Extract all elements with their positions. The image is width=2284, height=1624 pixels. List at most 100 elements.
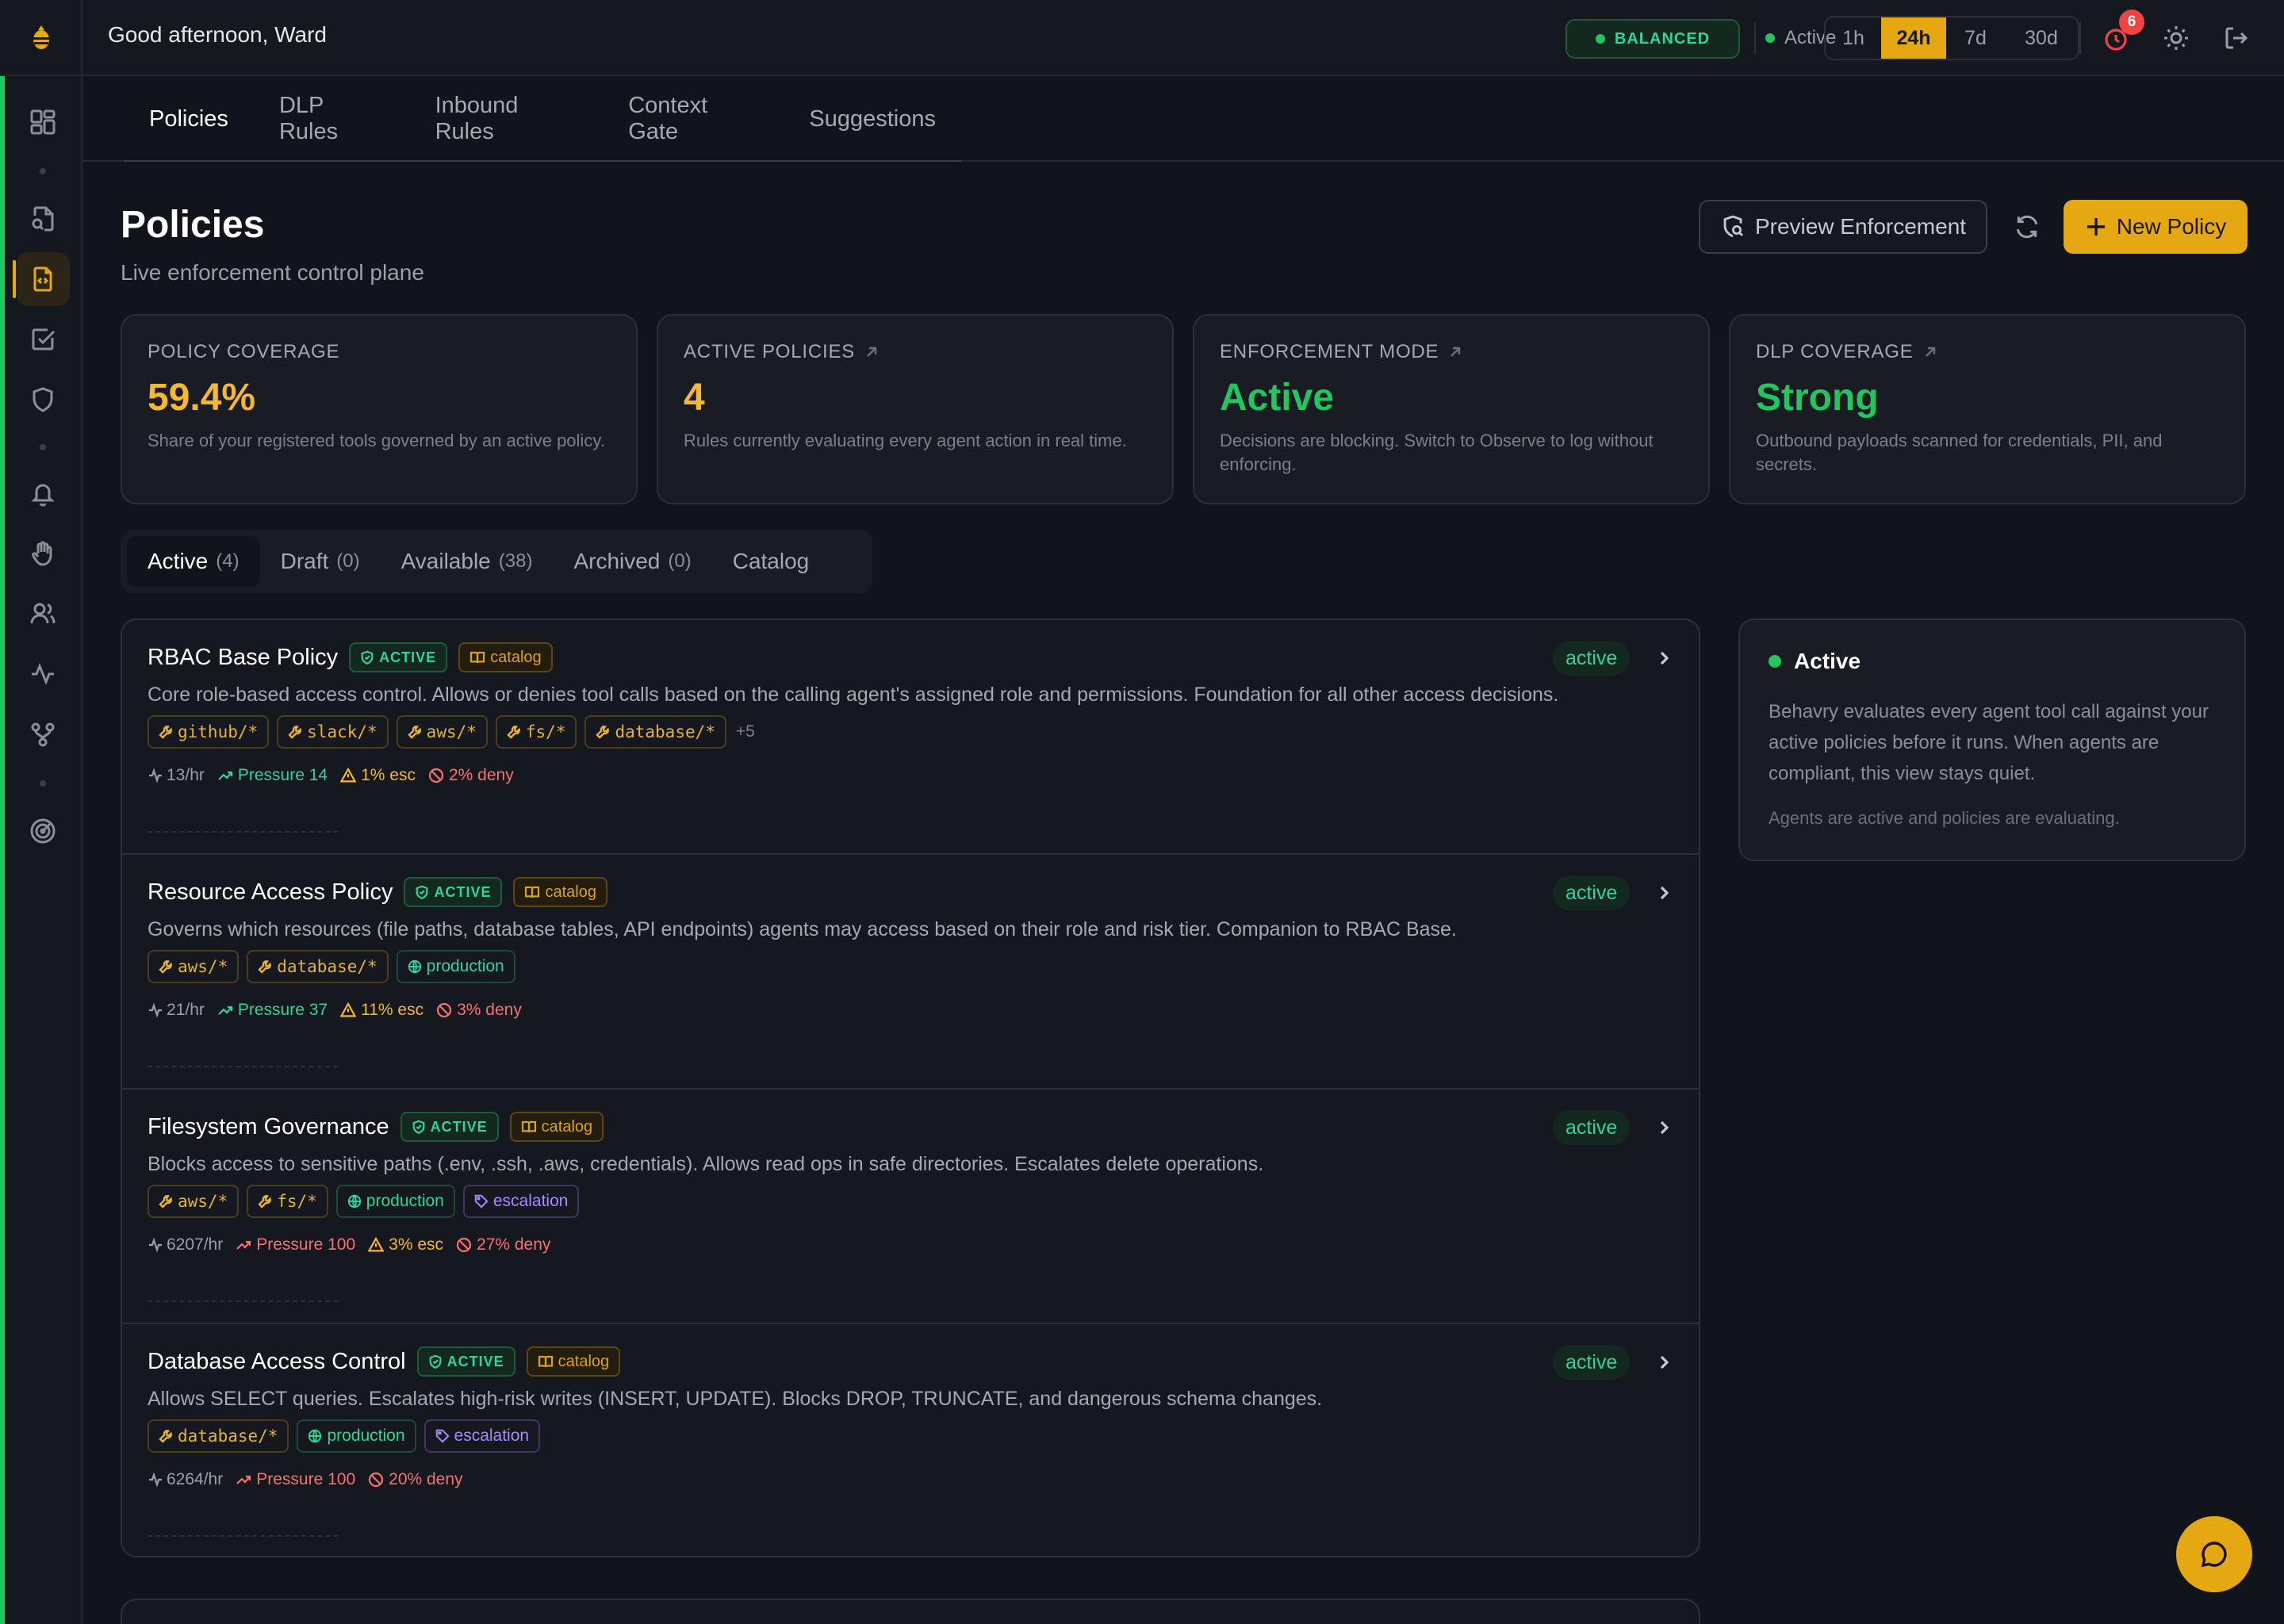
deny-value: 2% deny xyxy=(448,766,514,784)
tab-draft[interactable]: Draft (0) xyxy=(260,536,381,587)
activity-icon[interactable] xyxy=(16,647,70,701)
stat-description: Decisions are blocking. Switch to Observ… xyxy=(1220,431,1654,474)
tab-available[interactable]: Available (38) xyxy=(381,536,554,587)
warning-triangle-icon xyxy=(340,768,357,783)
active-badge-label: ACTIVE xyxy=(434,883,492,900)
policy-row-filesystem-governance[interactable]: Filesystem Governance ACTIVE catalog Blo… xyxy=(122,1090,1699,1324)
mode-badge-label: BALANCED xyxy=(1614,29,1711,48)
policy-row-resource-access[interactable]: Resource Access Policy ACTIVE catalog Go… xyxy=(122,855,1699,1090)
behavry-logo[interactable] xyxy=(22,19,60,57)
tab-label: Available xyxy=(400,549,491,573)
shield-icon[interactable] xyxy=(16,373,70,427)
policy-file-icon[interactable] xyxy=(13,252,70,306)
policy-scope-chips: aws/* fs/* production escalation xyxy=(148,1185,580,1218)
active-badge-label: ACTIVE xyxy=(430,1118,488,1135)
rate-metric: 21/hr xyxy=(148,1001,205,1020)
range-1h-button[interactable]: 1h xyxy=(1826,17,1881,59)
active-badge: ACTIVE xyxy=(404,877,503,907)
tab-inbound-rules[interactable]: Inbound Rules xyxy=(410,76,604,162)
deny-value: 27% deny xyxy=(477,1235,551,1254)
pressure-value: Pressure 14 xyxy=(237,766,328,784)
more-chips-count[interactable]: +5 xyxy=(736,722,755,741)
bell-icon[interactable] xyxy=(16,466,70,520)
deny-metric: 3% deny xyxy=(436,1001,522,1020)
hand-stop-icon[interactable] xyxy=(16,527,70,580)
label-chip-label: escalation xyxy=(454,1427,530,1445)
stat-card-dlp-coverage[interactable]: DLP COVERAGE Strong Outbound payloads sc… xyxy=(1729,314,2246,504)
catalog-badge-label: catalog xyxy=(545,883,596,901)
policy-scope-chips: database/* production escalation xyxy=(148,1419,541,1453)
warning-triangle-icon xyxy=(368,1237,385,1252)
checklist-icon[interactable] xyxy=(16,312,70,366)
pressure-metric: Pressure 100 xyxy=(236,1470,355,1489)
tab-context-gate[interactable]: Context Gate xyxy=(603,76,784,162)
policy-metrics: 6264/hr Pressure 100 20% deny xyxy=(148,1470,463,1489)
chevron-right-icon[interactable] xyxy=(1651,1350,1677,1375)
deny-value: 3% deny xyxy=(457,1001,522,1019)
label-chip: escalation xyxy=(423,1419,541,1453)
refresh-icon[interactable] xyxy=(2008,208,2046,246)
stat-card-enforcement-mode[interactable]: ENFORCEMENT MODE Active Decisions are bl… xyxy=(1193,314,1710,504)
escalation-value: 11% esc xyxy=(361,1001,424,1019)
stat-description: Rules currently evaluating every agent a… xyxy=(684,431,1127,450)
policy-row-database-access[interactable]: Database Access Control ACTIVE catalog A… xyxy=(122,1324,1699,1556)
rate-metric: 13/hr xyxy=(148,766,205,785)
nav-separator-dot xyxy=(40,168,46,174)
globe-icon xyxy=(408,959,421,974)
range-24h-button[interactable]: 24h xyxy=(1881,17,1946,59)
users-icon[interactable] xyxy=(16,587,70,641)
catalog-badge: catalog xyxy=(513,877,607,907)
panel-title: Active xyxy=(1794,649,1861,673)
environment-chip: production xyxy=(297,1419,416,1453)
label-chip-label: escalation xyxy=(492,1192,569,1210)
logout-icon[interactable] xyxy=(2221,22,2252,54)
top-bar: Good afternoon, Ward BALANCED Active 1h … xyxy=(82,0,2284,76)
new-policy-button[interactable]: New Policy xyxy=(2064,200,2248,254)
trending-up-icon xyxy=(218,771,232,780)
file-search-icon[interactable] xyxy=(16,192,70,246)
chevron-right-icon[interactable] xyxy=(1651,645,1677,671)
panel-header: Active xyxy=(1769,649,2216,674)
sun-icon[interactable] xyxy=(2160,22,2192,54)
tab-catalog[interactable]: Catalog xyxy=(712,536,830,587)
warning-triangle-icon xyxy=(340,1002,357,1017)
tab-suggestions[interactable]: Suggestions xyxy=(784,76,961,162)
chat-bubble-icon xyxy=(2201,1542,2227,1568)
policy-row-divider xyxy=(148,831,338,833)
plus-icon xyxy=(2087,218,2105,236)
chevron-right-icon[interactable] xyxy=(1651,1115,1677,1140)
radar-icon[interactable] xyxy=(16,804,70,858)
preview-enforcement-button[interactable]: Preview Enforcement xyxy=(1699,200,1987,254)
panel-body: Behavry evaluates every agent tool call … xyxy=(1769,701,2209,784)
tab-archived[interactable]: Archived (0) xyxy=(553,536,711,587)
trending-up-icon xyxy=(236,1240,251,1250)
tab-policies[interactable]: Policies xyxy=(124,76,254,162)
policy-metrics: 13/hr Pressure 14 1% esc 2% deny xyxy=(148,766,514,785)
range-7d-button[interactable]: 7d xyxy=(1946,17,2005,59)
mode-badge[interactable]: BALANCED xyxy=(1565,19,1740,59)
nav-separator-dot xyxy=(40,780,46,787)
nav-separator-dot xyxy=(40,444,46,450)
shield-check-icon xyxy=(429,1354,442,1369)
range-30d-button[interactable]: 30d xyxy=(2005,17,2078,59)
chevron-right-icon[interactable] xyxy=(1651,880,1677,906)
workflow-icon[interactable] xyxy=(16,707,70,761)
wrench-icon xyxy=(258,1195,272,1208)
tab-active[interactable]: Active (4) xyxy=(127,536,260,587)
policy-metrics: 6207/hr Pressure 100 3% esc 27% deny xyxy=(148,1235,550,1254)
section-tabs: Policies DLP Rules Inbound Rules Context… xyxy=(82,76,2284,162)
pressure-value: Pressure 37 xyxy=(237,1001,328,1019)
policy-row-rbac-base[interactable]: RBAC Base Policy ACTIVE catalog Core rol… xyxy=(122,620,1699,855)
arrow-up-right-icon xyxy=(1450,347,1461,357)
preview-enforcement-label: Preview Enforcement xyxy=(1754,214,1967,239)
environment-chip-label: production xyxy=(426,957,504,975)
book-icon xyxy=(470,651,485,664)
tab-dlp-rules[interactable]: DLP Rules xyxy=(254,76,410,162)
book-icon xyxy=(521,1120,536,1133)
dashboard-icon[interactable] xyxy=(16,95,70,149)
stat-card-active-policies[interactable]: ACTIVE POLICIES 4 Rules currently evalua… xyxy=(657,314,1174,504)
activity-icon xyxy=(149,1472,162,1488)
page-subtitle: Live enforcement control plane xyxy=(121,260,424,285)
book-icon xyxy=(525,886,540,898)
chat-button[interactable] xyxy=(2176,1516,2252,1592)
